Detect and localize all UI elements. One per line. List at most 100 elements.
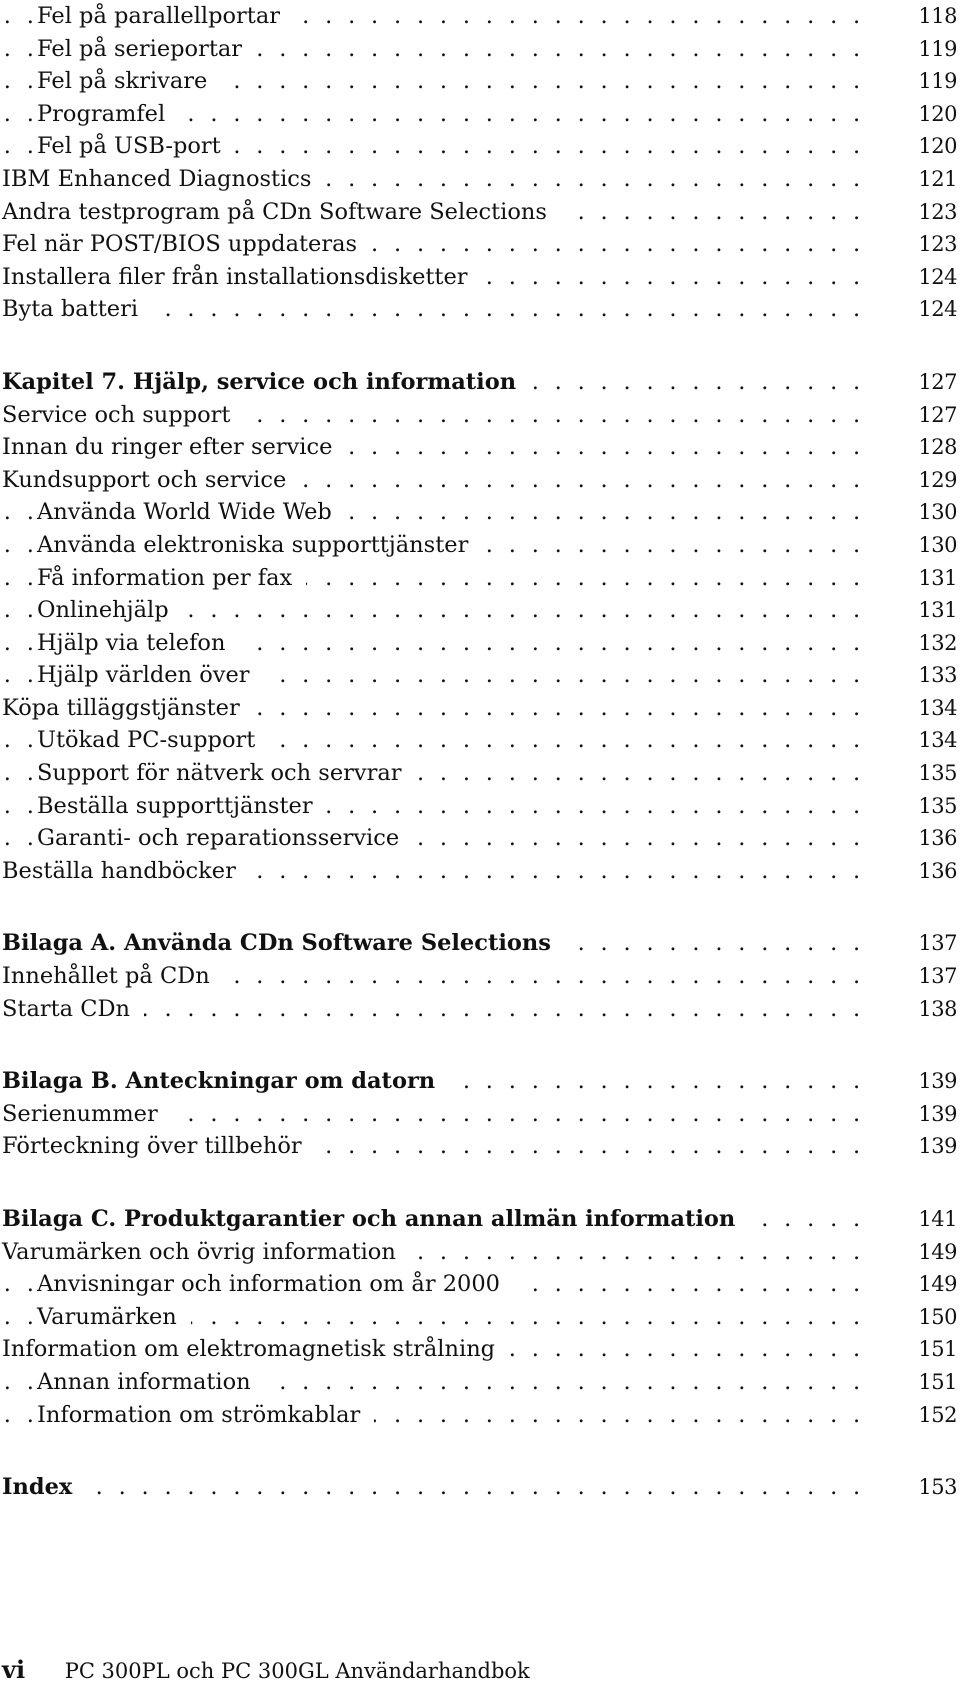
toc-entry[interactable]: ........................................… (0, 691, 960, 725)
toc-entry[interactable]: ........................................… (0, 1300, 960, 1334)
toc-entry[interactable]: ........................................… (0, 757, 960, 790)
toc-entry[interactable]: ........................................… (0, 659, 960, 692)
toc-entry-page-number[interactable]: 132 (911, 627, 957, 660)
toc-entry-title[interactable]: Förteckning över tillbehör (2, 1130, 316, 1163)
toc-entry-page-number[interactable]: 119 (911, 33, 957, 66)
toc-entry[interactable]: ........................................… (0, 594, 960, 627)
toc-entry-page-number[interactable]: 123 (911, 196, 957, 229)
toc-entry-page-number[interactable]: 137 (911, 960, 957, 993)
toc-entry-title[interactable]: Garanti- och reparationsservice (37, 822, 414, 855)
toc-entry-title[interactable]: Starta CDn (2, 992, 144, 1026)
toc-entry-title[interactable]: Varumärken (37, 1300, 191, 1334)
toc-entry[interactable]: ........................................… (0, 1398, 960, 1432)
toc-entry-page-number[interactable]: 139 (911, 1098, 957, 1131)
toc-entry-title[interactable]: Kundsupport och service (2, 463, 301, 497)
toc-entry-page-number[interactable]: 134 (911, 692, 957, 725)
toc-entry[interactable]: ........................................… (0, 1365, 960, 1399)
toc-entry-page-number[interactable]: 138 (911, 993, 957, 1026)
toc-entry-title[interactable]: Hjälp världen över (37, 659, 264, 692)
toc-entry-page-number[interactable]: 119 (911, 65, 957, 98)
toc-entry[interactable]: ........................................… (0, 626, 960, 660)
toc-entry-page-number[interactable]: 118 (911, 0, 957, 33)
toc-entry[interactable]: ........................................… (0, 992, 960, 1026)
toc-entry-page-number[interactable]: 150 (911, 1301, 957, 1334)
toc-entry[interactable]: ........................................… (0, 293, 960, 326)
toc-entry-page-number[interactable]: 136 (911, 822, 957, 855)
toc-entry[interactable]: ........................................… (0, 789, 960, 823)
toc-entry-title[interactable]: IBM Enhanced Diagnostics (2, 162, 326, 196)
toc-entry[interactable]: ........................................… (0, 195, 960, 229)
toc-heading-entry[interactable]: ........................................… (0, 1065, 960, 1098)
toc-entry-page-number[interactable]: 121 (911, 163, 957, 196)
toc-entry-title[interactable]: Programfel (37, 97, 180, 131)
toc-entry-page-number[interactable]: 141 (911, 1203, 957, 1236)
toc-entry-page-number[interactable]: 149 (911, 1236, 957, 1269)
toc-entry-title[interactable]: Onlinehjälp (37, 594, 183, 627)
toc-entry-title[interactable]: Anvisningar och information om år 2000 (37, 1268, 514, 1301)
toc-entry-page-number[interactable]: 135 (911, 757, 957, 790)
toc-entry[interactable]: ........................................… (0, 463, 960, 497)
toc-entry[interactable]: ........................................… (0, 260, 960, 294)
toc-entry[interactable]: ........................................… (0, 130, 960, 163)
toc-entry-title[interactable]: Andra testprogram på CDn Software Select… (2, 195, 561, 229)
toc-entry[interactable]: ........................................… (0, 724, 960, 758)
toc-entry[interactable]: ........................................… (0, 398, 960, 432)
toc-entry-title[interactable]: Köpa tilläggstjänster (2, 691, 254, 725)
toc-entry[interactable]: ........................................… (0, 561, 960, 595)
toc-entry-title[interactable]: Använda World Wide Web (37, 496, 346, 529)
toc-entry-title[interactable]: Fel på USB-port (37, 130, 235, 163)
toc-entry-page-number[interactable]: 139 (911, 1130, 957, 1163)
toc-entry-page-number[interactable]: 134 (911, 724, 957, 757)
toc-entry[interactable]: ........................................… (0, 1235, 960, 1269)
toc-entry[interactable]: ........................................… (0, 97, 960, 131)
toc-entry-page-number[interactable]: 130 (911, 529, 957, 562)
toc-entry-page-number[interactable]: 137 (911, 927, 957, 960)
toc-entry-page-number[interactable]: 133 (911, 659, 957, 692)
toc-entry[interactable]: ........................................… (0, 496, 960, 529)
toc-entry-title[interactable]: Bilaga C. Produktgarantier och annan all… (2, 1203, 750, 1236)
toc-entry-page-number[interactable]: 124 (911, 261, 957, 294)
toc-entry-page-number[interactable]: 153 (911, 1471, 957, 1504)
toc-entry-title[interactable]: Serienummer (2, 1097, 172, 1131)
toc-entry[interactable]: ........................................… (0, 1268, 960, 1301)
toc-entry[interactable]: ........................................… (0, 960, 960, 993)
toc-entry-title[interactable]: Få information per fax (37, 561, 307, 595)
toc-entry-title[interactable]: Service och support (2, 398, 245, 432)
toc-entry-title[interactable]: Bilaga A. Använda CDn Software Selection… (2, 927, 565, 961)
toc-entry-page-number[interactable]: 149 (911, 1268, 957, 1301)
toc-entry-page-number[interactable]: 127 (911, 366, 957, 399)
toc-entry-title[interactable]: Fel på parallellportar (37, 0, 295, 33)
toc-entry-title[interactable]: Information om strömkablar (37, 1398, 375, 1432)
toc-entry-title[interactable]: Fel på skrivare (37, 65, 222, 98)
toc-entry[interactable]: ........................................… (0, 0, 960, 33)
toc-entry-page-number[interactable]: 123 (911, 228, 957, 261)
toc-entry-page-number[interactable]: 151 (911, 1366, 957, 1399)
toc-entry-page-number[interactable]: 131 (911, 594, 957, 627)
toc-entry-title[interactable]: Bilaga B. Anteckningar om datorn (2, 1065, 450, 1098)
toc-entry-title[interactable]: Information om elektromagnetisk strålnin… (2, 1333, 510, 1366)
toc-heading-entry[interactable]: ........................................… (0, 1471, 960, 1504)
toc-entry-title[interactable]: Beställa handböcker (2, 854, 250, 888)
toc-entry[interactable]: ........................................… (0, 1130, 960, 1163)
toc-entry-title[interactable]: Byta batteri (2, 293, 153, 326)
toc-entry-title[interactable]: Beställa supporttjänster (37, 789, 327, 823)
toc-entry-page-number[interactable]: 135 (911, 790, 957, 823)
toc-entry[interactable]: ........................................… (0, 228, 960, 261)
toc-entry[interactable]: ........................................… (0, 32, 960, 66)
toc-entry-title[interactable]: Varumärken och övrig information (2, 1235, 410, 1269)
toc-entry-title[interactable]: Innan du ringer efter service (2, 431, 347, 464)
toc-heading-entry[interactable]: ........................................… (0, 1203, 960, 1236)
toc-entry[interactable]: ........................................… (0, 162, 960, 196)
toc-entry-page-number[interactable]: 131 (911, 562, 957, 595)
toc-entry-title[interactable]: Utökad PC-support (37, 724, 270, 758)
toc-entry-title[interactable]: Använda elektroniska supporttjänster (37, 528, 483, 562)
toc-entry-page-number[interactable]: 129 (911, 464, 957, 497)
toc-entry-title[interactable]: Annan information (37, 1365, 265, 1399)
toc-entry-page-number[interactable]: 130 (911, 496, 957, 529)
toc-entry[interactable]: ........................................… (0, 854, 960, 888)
toc-entry[interactable]: ........................................… (0, 431, 960, 464)
toc-entry[interactable]: ........................................… (0, 1333, 960, 1366)
toc-entry-title[interactable]: Fel på serieportar (37, 32, 257, 66)
toc-entry-title[interactable]: Index (2, 1471, 87, 1504)
toc-heading-entry[interactable]: ........................................… (0, 927, 960, 961)
